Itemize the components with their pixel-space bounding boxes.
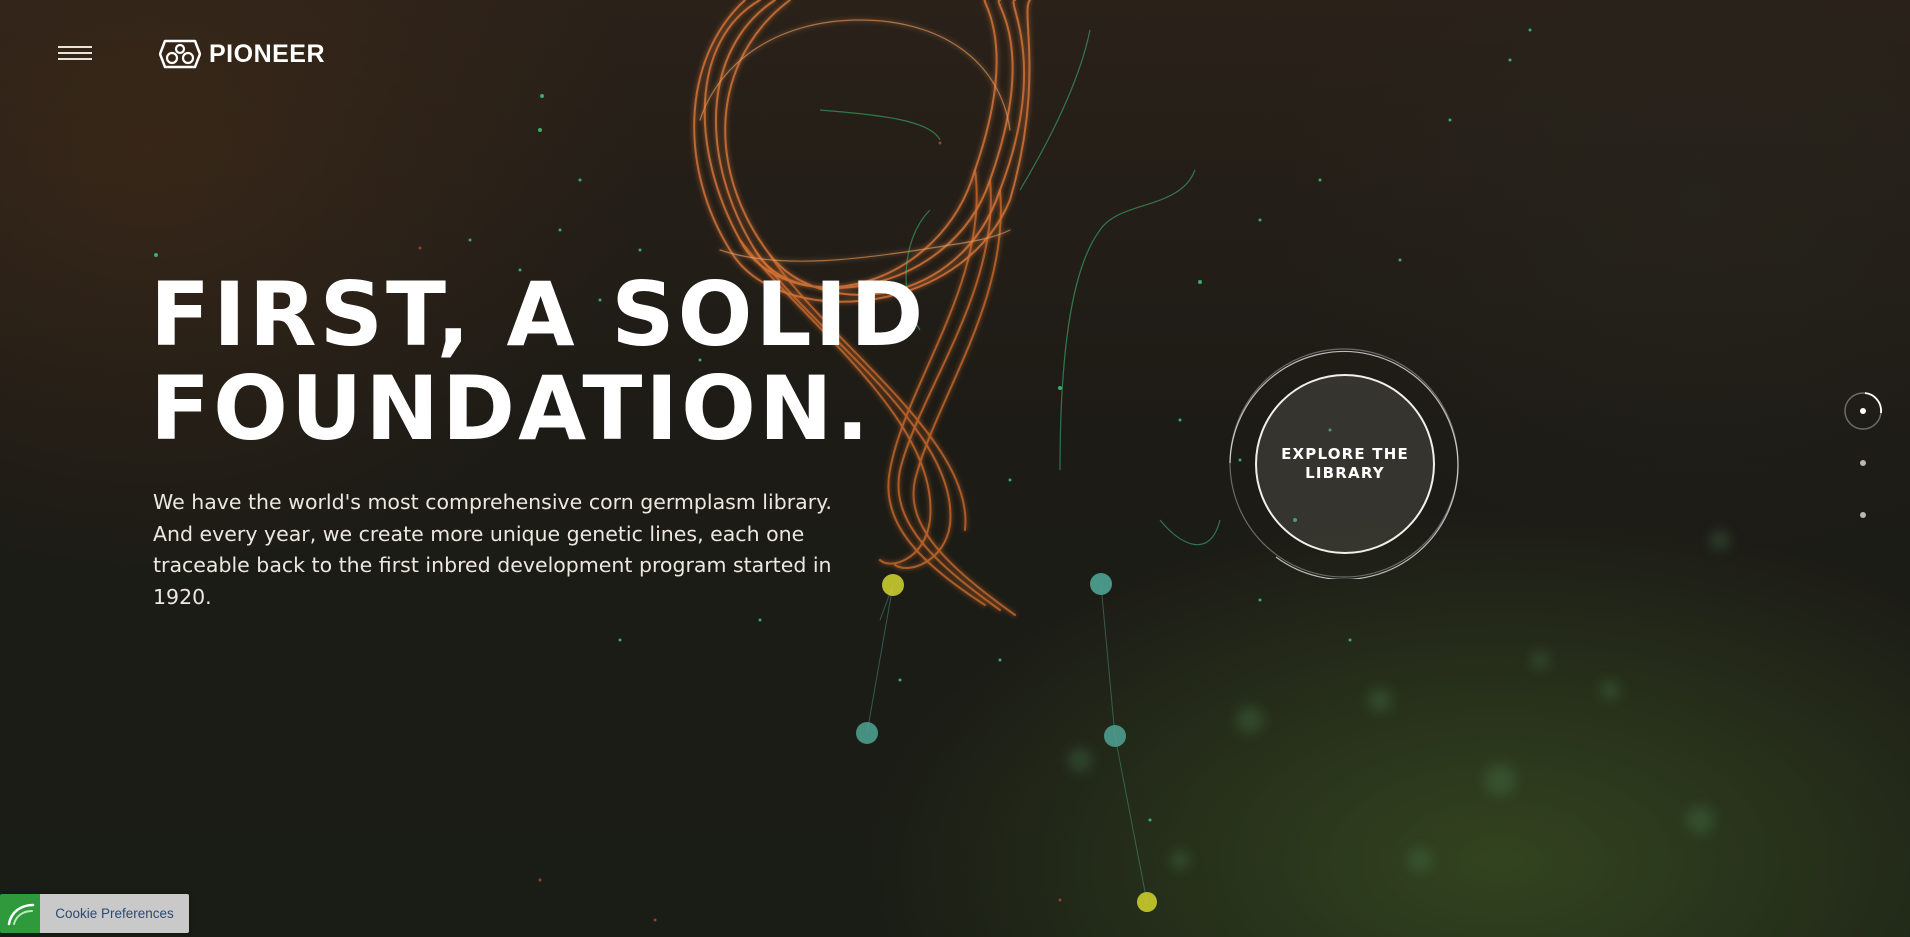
- hamburger-menu-icon[interactable]: [58, 46, 92, 62]
- headline-line-1: FIRST, A SOLID: [150, 263, 927, 366]
- pager-dot-active[interactable]: [1843, 391, 1883, 431]
- cookie-preferences-button[interactable]: Cookie Preferences: [0, 894, 189, 933]
- hero-description: We have the world's most comprehensive c…: [153, 490, 832, 609]
- explore-library-control: EXPLORE THE LIBRARY: [1228, 347, 1460, 579]
- headline-line-2: FOUNDATION.: [150, 357, 873, 460]
- page-title: FIRST, A SOLID FOUNDATION.: [150, 263, 927, 460]
- pioneer-logo[interactable]: PIONEER: [159, 38, 325, 70]
- pager-dot-2[interactable]: [1860, 460, 1866, 466]
- explore-library-button[interactable]: EXPLORE THE LIBRARY: [1255, 374, 1435, 554]
- dna-strand-illustration: [154, 0, 1730, 922]
- cookie-preferences-label: Cookie Preferences: [40, 894, 189, 933]
- hero-section: PIONEER FIRST, A SOLID FOUNDATION. We ha…: [0, 0, 1910, 937]
- pioneer-emblem-icon: [159, 39, 201, 69]
- cookie-leaf-icon: [0, 894, 40, 933]
- logo-wordmark: PIONEER: [209, 39, 326, 68]
- explore-library-label: EXPLORE THE LIBRARY: [1281, 445, 1409, 482]
- pager-dot-3[interactable]: [1860, 512, 1866, 518]
